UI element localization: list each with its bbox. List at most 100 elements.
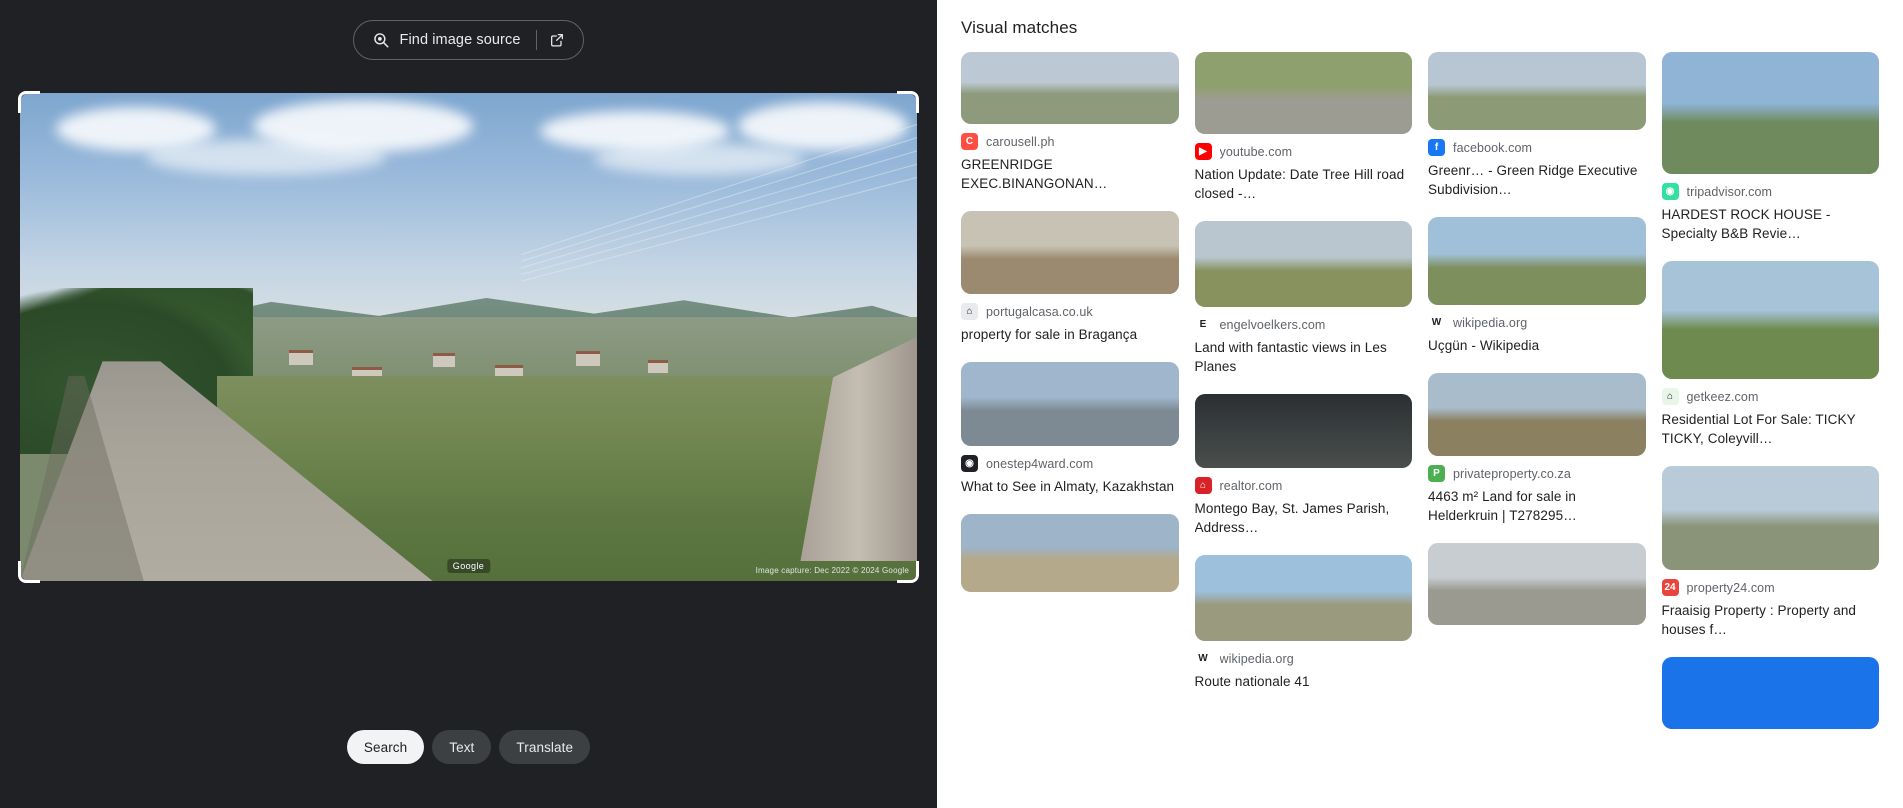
button-divider [536, 30, 538, 50]
match-thumbnail[interactable] [1428, 543, 1646, 625]
match-source-row: ◉ onestep4ward.com [961, 455, 1179, 472]
thumbnail-image [1661, 261, 1879, 379]
visual-match-card[interactable]: ◉ onestep4ward.com What to See in Almaty, … [961, 362, 1179, 496]
match-source-name: onestep4ward.com [986, 456, 1094, 471]
visual-match-card[interactable]: f facebook.com Greenr… - Green Ridge Execu… [1428, 52, 1646, 199]
match-source-name: youtube.com [1219, 144, 1293, 159]
image-preview-pane: Find image source Google Image capture: … [0, 0, 937, 808]
match-source-row: 24 property24.com [1661, 579, 1880, 596]
visual-match-card[interactable]: Pprivateproperty.co.za 4463 m² Land for s… [1428, 373, 1646, 525]
match-thumbnail[interactable] [1428, 373, 1646, 456]
tab-translate[interactable]: Translate [499, 730, 591, 764]
thumbnail-image [1194, 221, 1412, 307]
match-thumbnail[interactable] [1194, 394, 1412, 468]
thumbnail-image [1428, 373, 1646, 456]
visual-match-card[interactable] [1661, 657, 1879, 729]
match-thumbnail[interactable] [961, 52, 1179, 124]
match-source-row: ▶ youtube.com [1194, 143, 1413, 160]
google-watermark: Google [446, 559, 491, 573]
match-thumbnail[interactable] [961, 211, 1179, 294]
visual-matches-grid[interactable]: Ccarousell.ph GREENRIDGE EXEC.BINANGONAN…… [937, 52, 1903, 808]
match-title: Fraaisig Property : Property and houses … [1661, 603, 1857, 637]
tab-search[interactable]: Search [346, 730, 425, 764]
visual-match-card[interactable]: ⌂ portugalcasa.co.uk property for sale in … [961, 211, 1179, 344]
thumbnail-image [1428, 52, 1646, 130]
site-favicon-icon: ⌂ [1661, 388, 1679, 405]
cropped-image-stage[interactable]: Google Image capture: Dec 2022 © 2024 Go… [18, 91, 919, 583]
match-thumbnail[interactable] [1661, 261, 1879, 379]
match-source-name: property24.com [1686, 580, 1775, 595]
preview-image: Google Image capture: Dec 2022 © 2024 Go… [20, 93, 917, 581]
match-thumbnail[interactable] [1661, 657, 1879, 729]
thumbnail-image [961, 514, 1179, 592]
visual-match-card[interactable]: ⌂ getkeez.com Residential Lot For Sale: TI… [1661, 261, 1880, 448]
image-capture-attribution: Image capture: Dec 2022 © 2024 Google [755, 566, 909, 575]
site-favicon-icon: ◉ [961, 455, 978, 472]
tab-text[interactable]: Text [432, 730, 492, 764]
mode-tabbar: Search Text Translate [0, 730, 937, 764]
match-thumbnail[interactable] [961, 362, 1179, 446]
match-title: Greenr… - Green Ridge Executive Subdivis… [1428, 163, 1638, 197]
match-source-row: Wwikipedia.org [1194, 650, 1413, 667]
match-thumbnail[interactable] [1428, 217, 1646, 305]
match-source-name: wikipedia.org [1219, 651, 1294, 666]
match-source-name: realtor.com [1219, 478, 1283, 493]
visual-match-card[interactable]: Ccarousell.ph GREENRIDGE EXEC.BINANGONAN… [961, 52, 1179, 193]
match-source-row: ⌂ realtor.com [1194, 477, 1413, 494]
match-title: 4463 m² Land for sale in Helderkruin | T… [1428, 489, 1577, 523]
site-favicon-icon: ▶ [1194, 143, 1212, 160]
site-favicon-icon: f [1428, 139, 1445, 156]
match-thumbnail[interactable] [1661, 52, 1879, 174]
thumbnail-image [961, 362, 1179, 446]
thumbnail-image [1194, 52, 1412, 134]
match-title: HARDEST ROCK HOUSE - Specialty B&B Revie… [1661, 207, 1831, 241]
match-thumbnail[interactable] [1194, 221, 1412, 307]
site-favicon-icon: ◉ [1661, 183, 1679, 200]
match-title: property for sale in Bragança [961, 327, 1138, 342]
match-thumbnail[interactable] [1428, 52, 1646, 130]
visual-match-card[interactable]: ⌂ realtor.com Montego Bay, St. James Paris… [1194, 394, 1413, 537]
site-favicon-icon: ⌂ [961, 303, 978, 320]
thumbnail-image [961, 211, 1179, 294]
visual-match-card[interactable] [1428, 543, 1646, 625]
match-source-row: ◉ tripadvisor.com [1661, 183, 1880, 200]
visual-match-card[interactable]: Eengelvoelkers.com Land with fantastic vi… [1194, 221, 1412, 376]
site-favicon-icon: W [1194, 650, 1212, 667]
visual-match-card[interactable] [961, 514, 1179, 592]
visual-matches-pane: Visual matches Ccarousell.ph GREENRIDGE E… [937, 0, 1903, 808]
visual-match-card[interactable]: Wwikipedia.org Route nationale 41 [1194, 555, 1413, 691]
find-source-bar: Find image source [0, 0, 937, 80]
visual-match-card[interactable]: 24 property24.com Fraaisig Property : Prop… [1661, 466, 1880, 639]
match-source-name: engelvoelkers.com [1219, 317, 1326, 332]
match-title: What to See in Almaty, Kazakhstan [961, 479, 1175, 494]
match-source-name: portugalcasa.co.uk [986, 304, 1093, 319]
match-thumbnail[interactable] [1194, 555, 1412, 641]
match-source-name: privateproperty.co.za [1453, 466, 1571, 481]
lens-search-icon [372, 31, 390, 49]
match-source-row: ⌂ getkeez.com [1661, 388, 1880, 405]
thumbnail-image [1428, 217, 1646, 305]
find-image-source-button[interactable]: Find image source [352, 20, 585, 60]
thumbnail-image [1194, 555, 1412, 641]
match-title: Nation Update: Date Tree Hill road close… [1194, 167, 1405, 201]
thumbnail-image [1428, 543, 1646, 625]
site-favicon-icon: 24 [1661, 579, 1679, 596]
match-source-name: carousell.ph [986, 134, 1055, 149]
match-title: Route nationale 41 [1194, 674, 1310, 689]
power-lines [520, 123, 917, 283]
match-thumbnail[interactable] [961, 514, 1179, 592]
visual-match-card[interactable]: ▶ youtube.com Nation Update: Date Tree Hil… [1194, 52, 1413, 203]
match-source-row: Ccarousell.ph [961, 133, 1179, 150]
match-source-name: facebook.com [1453, 140, 1533, 155]
match-thumbnail[interactable] [1661, 466, 1879, 570]
visual-match-card[interactable]: Wwikipedia.org Uçgün - Wikipedia [1428, 217, 1646, 355]
thumbnail-image [961, 52, 1179, 124]
open-in-new-icon [549, 32, 565, 48]
match-thumbnail[interactable] [1194, 52, 1412, 134]
lens-results-page: Find image source Google Image capture: … [0, 0, 1903, 808]
match-source-row: f facebook.com [1428, 139, 1646, 156]
thumbnail-image [1661, 657, 1879, 729]
visual-match-card[interactable]: ◉ tripadvisor.com HARDEST ROCK HOUSE - Spe… [1661, 52, 1880, 243]
match-source-name: wikipedia.org [1453, 315, 1528, 330]
site-favicon-icon: C [961, 133, 978, 150]
